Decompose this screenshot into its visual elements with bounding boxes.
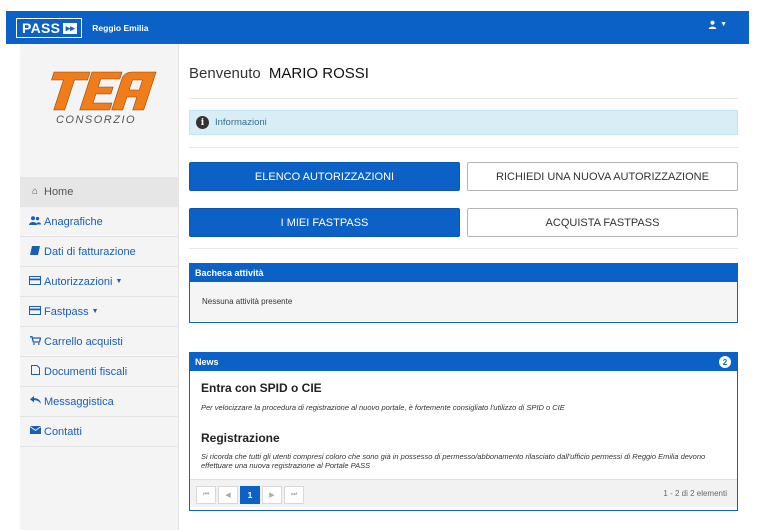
sidebar-item-label: Carrello acquisti — [44, 335, 123, 348]
bacheca-empty-text: Nessuna attività presente — [190, 282, 737, 321]
divider — [189, 248, 738, 249]
caret-down-icon: ▼ — [91, 308, 99, 315]
info-icon: i — [196, 116, 209, 129]
cart-icon — [28, 335, 42, 348]
news-panel-title: News — [195, 357, 219, 367]
news-pager: ⏮ ◀ 1 ▶ ⏭ 1 - 2 di 2 elementi — [190, 479, 737, 507]
welcome-label: Benvenuto — [189, 65, 261, 82]
sidebar-item-label: Autorizzazioni — [44, 275, 113, 288]
pager-next-button[interactable]: ▶ — [262, 486, 282, 504]
pager-page-1-button[interactable]: 1 — [240, 486, 260, 504]
sidebar-item-fastpass[interactable]: Fastpass ▼ — [20, 297, 179, 327]
caret-down-icon: ▼ — [115, 278, 123, 285]
pager-first-button[interactable]: ⏮ — [196, 486, 216, 504]
last-page-icon: ⏭ — [290, 491, 298, 498]
top-navbar: PASS ▸▸ Reggio Emilia ▼ — [6, 11, 749, 44]
richiedi-autorizzazione-button[interactable]: RICHIEDI UNA NUOVA AUTORIZZAZIONE — [467, 162, 738, 191]
sidebar-item-label: Contatti — [44, 425, 82, 438]
sidebar-item-carrello[interactable]: Carrello acquisti — [20, 327, 179, 357]
user-name: MARIO ROSSI — [268, 65, 369, 82]
file-icon — [28, 365, 42, 378]
next-page-icon: ▶ — [269, 492, 275, 499]
card-icon — [28, 275, 42, 288]
elenco-autorizzazioni-button[interactable]: ELENCO AUTORIZZAZIONI — [189, 162, 460, 191]
info-alert: i Informazioni — [189, 110, 738, 135]
reply-icon — [28, 396, 42, 407]
sidebar-item-label: Messaggistica — [44, 395, 114, 408]
envelope-icon — [28, 426, 42, 437]
miei-fastpass-button[interactable]: I MIEI FASTPASS — [189, 208, 460, 237]
user-icon — [708, 20, 717, 29]
sidebar-item-label: Home — [44, 185, 74, 198]
divider — [189, 147, 738, 148]
arrow-right-icon: ▸▸ — [63, 22, 78, 34]
pager-info: 1 - 2 di 2 elementi — [663, 489, 727, 498]
sidebar-item-label: Dati di fatturazione — [44, 245, 136, 258]
pass-logo[interactable]: PASS ▸▸ — [16, 18, 83, 38]
news-panel: News 2 Entra con SPID o CIE Per velocizz… — [189, 352, 738, 511]
news-item-title: Registrazione — [201, 431, 280, 445]
sidebar-item-autorizzazioni[interactable]: Autorizzazioni ▼ — [20, 267, 179, 297]
sidebar-item-label: Anagrafiche — [44, 215, 103, 228]
book-icon — [28, 245, 42, 258]
news-count-badge: 2 — [719, 356, 731, 368]
page-title: Benvenuto MARIO ROSSI — [189, 65, 369, 82]
divider — [189, 98, 738, 99]
svg-text:CONSORZIO: CONSORZIO — [56, 114, 136, 126]
card-icon — [28, 305, 42, 318]
users-icon — [28, 215, 42, 228]
home-icon: ⌂ — [31, 186, 39, 197]
sidebar-item-messaggistica[interactable]: Messaggistica — [20, 387, 179, 417]
chevron-down-icon: ▼ — [720, 21, 727, 28]
sidebar-nav: ⌂ Home Anagrafiche Dati di fatturazione … — [20, 177, 179, 447]
sidebar-item-documenti[interactable]: Documenti fiscali — [20, 357, 179, 387]
sidebar-item-label: Fastpass — [44, 305, 89, 318]
pager-prev-button[interactable]: ◀ — [218, 486, 238, 504]
news-item-text: Per velocizzare la procedura di registra… — [201, 403, 565, 412]
info-label: Informazioni — [215, 117, 267, 128]
sidebar: CONSORZIO ⌂ Home Anagrafiche Dati di fat… — [20, 44, 179, 530]
news-item-title: Entra con SPID o CIE — [201, 381, 322, 395]
prev-page-icon: ◀ — [225, 492, 231, 499]
city-name: Reggio Emilia — [92, 23, 149, 33]
user-menu[interactable]: ▼ — [708, 20, 727, 29]
tea-consorzio-logo: CONSORZIO — [51, 71, 157, 126]
first-page-icon: ⏮ — [202, 491, 210, 498]
news-item-text: Si ricorda che tutti gli utenti compresi… — [201, 452, 706, 470]
news-panel-header: News 2 — [190, 353, 737, 371]
sidebar-item-dati-fatturazione[interactable]: Dati di fatturazione — [20, 237, 179, 267]
sidebar-item-home[interactable]: ⌂ Home — [20, 177, 179, 207]
bacheca-panel: Bacheca attività Nessuna attività presen… — [189, 263, 738, 323]
sidebar-item-anagrafiche[interactable]: Anagrafiche — [20, 207, 179, 237]
pass-logo-text: PASS — [22, 20, 61, 36]
acquista-fastpass-button[interactable]: ACQUISTA FASTPASS — [467, 208, 738, 237]
bacheca-panel-title: Bacheca attività — [190, 264, 737, 282]
sidebar-item-label: Documenti fiscali — [44, 365, 128, 378]
pager-last-button[interactable]: ⏭ — [284, 486, 304, 504]
brand[interactable]: PASS ▸▸ Reggio Emilia — [16, 18, 149, 38]
sidebar-item-contatti[interactable]: Contatti — [20, 417, 179, 447]
